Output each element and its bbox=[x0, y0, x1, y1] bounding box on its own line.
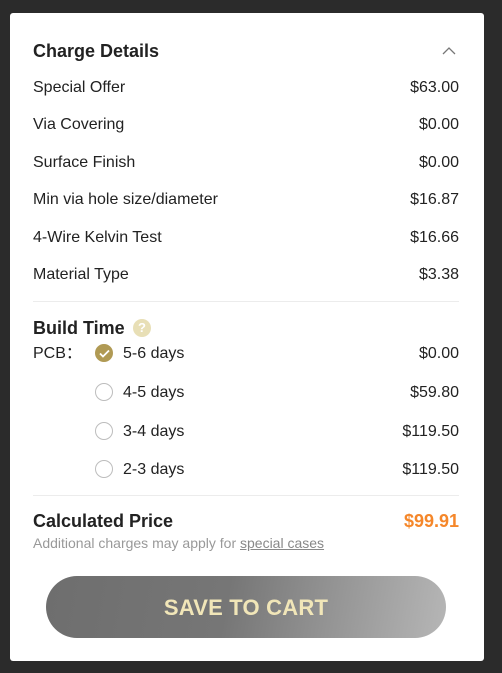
pcb-label: PCB： bbox=[33, 345, 82, 362]
charge-label: Via Covering bbox=[33, 116, 125, 133]
question-mark-icon[interactable]: ? bbox=[133, 319, 151, 337]
charge-value: $3.38 bbox=[418, 266, 459, 283]
build-time-option-5-6-days[interactable]: 5-6 days $0.00 bbox=[95, 343, 459, 365]
charge-row-min-via-hole: Min via hole size/diameter $16.87 bbox=[33, 189, 459, 211]
option-price: $119.50 bbox=[402, 461, 459, 478]
charge-row-surface-finish: Surface Finish $0.00 bbox=[33, 152, 459, 174]
charge-row-kelvin-test: 4-Wire Kelvin Test $16.66 bbox=[33, 227, 459, 249]
charge-label: 4-Wire Kelvin Test bbox=[33, 229, 162, 246]
note-text: Additional charges may apply for bbox=[33, 535, 240, 551]
charge-row-special-offer: Special Offer $63.00 bbox=[33, 77, 459, 99]
charge-label: Surface Finish bbox=[33, 154, 136, 171]
charge-details-title: Charge Details bbox=[33, 41, 160, 61]
chevron-up-icon[interactable] bbox=[442, 44, 456, 58]
additional-charges-note: Additional charges may apply for special… bbox=[33, 534, 324, 552]
radio-icon[interactable] bbox=[95, 383, 113, 401]
radio-icon[interactable] bbox=[95, 460, 113, 478]
option-label: 2-3 days bbox=[123, 461, 185, 478]
calculated-price-title: Calculated Price bbox=[33, 511, 174, 531]
charge-value: $16.66 bbox=[410, 229, 459, 246]
charge-label: Min via hole size/diameter bbox=[33, 191, 218, 208]
charge-value: $0.00 bbox=[418, 154, 459, 171]
charge-row-via-covering: Via Covering $0.00 bbox=[33, 114, 459, 136]
option-label: 4-5 days bbox=[123, 384, 185, 401]
option-label: 3-4 days bbox=[123, 423, 185, 440]
radio-icon[interactable] bbox=[95, 422, 113, 440]
charge-row-material-type: Material Type $3.38 bbox=[33, 264, 459, 286]
charge-details-header[interactable]: Charge Details bbox=[33, 40, 460, 62]
charge-value: $63.00 bbox=[410, 79, 459, 96]
calculated-price-value: $99.91 bbox=[403, 511, 459, 531]
divider bbox=[33, 495, 459, 496]
option-price: $59.80 bbox=[410, 384, 459, 401]
charge-details-panel: Charge Details Special Offer $63.00 Via … bbox=[10, 13, 484, 661]
charge-value: $16.87 bbox=[410, 191, 459, 208]
special-cases-link[interactable]: special cases bbox=[240, 535, 324, 551]
option-price: $119.50 bbox=[402, 423, 459, 440]
build-time-option-3-4-days[interactable]: 3-4 days $119.50 bbox=[95, 421, 459, 443]
build-time-option-2-3-days[interactable]: 2-3 days $119.50 bbox=[95, 459, 459, 481]
charge-value: $0.00 bbox=[418, 116, 459, 133]
radio-checked-icon[interactable] bbox=[95, 344, 113, 362]
option-label: 5-6 days bbox=[123, 345, 185, 362]
charge-label: Special Offer bbox=[33, 79, 126, 96]
option-price: $0.00 bbox=[418, 345, 459, 362]
build-time-option-4-5-days[interactable]: 4-5 days $59.80 bbox=[95, 382, 459, 404]
build-time-title: Build Time bbox=[33, 318, 125, 338]
charge-label: Material Type bbox=[33, 266, 129, 283]
save-to-cart-button[interactable]: SAVE TO CART bbox=[46, 576, 446, 638]
divider bbox=[33, 301, 459, 302]
